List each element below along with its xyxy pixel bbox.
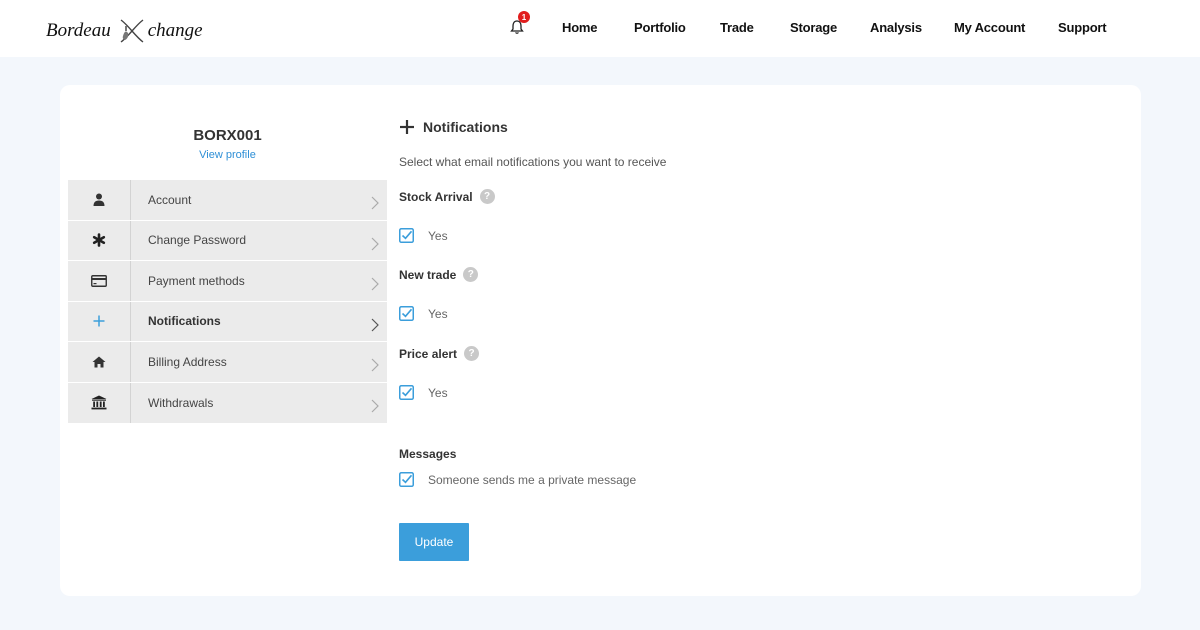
chevron-right-icon [371, 318, 379, 331]
checked-checkbox-icon[interactable] [399, 306, 414, 321]
section-subtitle: Select what email notifications you want… [399, 155, 667, 169]
checkbox-label: Yes [428, 306, 448, 321]
chevron-right-icon [371, 277, 379, 291]
sidebar-item-label: Notifications [148, 314, 221, 329]
checkbox-private-message[interactable]: Someone sends me a private message [399, 472, 636, 487]
group-label-stock-arrival: Stock Arrival ? [399, 189, 495, 204]
checkbox-new-trade[interactable]: Yes [399, 306, 448, 321]
checkbox-label: Yes [428, 228, 448, 243]
checkbox-stock-arrival[interactable]: Yes [399, 228, 448, 243]
nav-analysis[interactable]: Analysis [870, 20, 922, 35]
group-label-text: New trade [399, 267, 457, 282]
update-button[interactable]: Update [399, 523, 469, 561]
group-label-text: Stock Arrival [399, 189, 473, 204]
checkbox-label: Yes [428, 385, 448, 400]
view-profile-link[interactable]: View profile [68, 149, 387, 161]
notification-badge: 1 [518, 11, 530, 23]
checked-checkbox-icon[interactable] [399, 228, 414, 243]
help-icon[interactable]: ? [479, 189, 495, 204]
chevron-right-icon [371, 358, 379, 372]
help-icon[interactable]: ? [463, 267, 479, 282]
help-icon[interactable]: ? [464, 346, 480, 361]
checkbox-price-alert[interactable]: Yes [399, 385, 448, 400]
nav-trade[interactable]: Trade [720, 20, 754, 35]
user-icon [93, 193, 105, 207]
nav-support[interactable]: Support [1058, 20, 1107, 35]
sidebar-item-label: Payment methods [148, 273, 245, 288]
logo-x-icon [117, 16, 147, 46]
sidebar-item-account[interactable]: Account [68, 180, 387, 221]
checkbox-label: Someone sends me a private message [428, 472, 637, 487]
plus-icon [93, 315, 105, 327]
checked-checkbox-icon[interactable] [399, 385, 414, 400]
nav-portfolio[interactable]: Portfolio [634, 20, 686, 35]
sidebar-item-notifications[interactable]: Notifications [68, 301, 387, 342]
brand-logo[interactable]: Bordeau change [46, 16, 203, 46]
home-icon [92, 356, 106, 368]
section-title-text: Notifications [423, 119, 508, 135]
sidebar-item-label: Withdrawals [148, 395, 214, 410]
chevron-right-icon [371, 196, 379, 210]
nav-home[interactable]: Home [562, 20, 598, 35]
sidebar-menu: Account Change Password Payment methods [68, 180, 387, 423]
top-header: Bordeau change 1 Home Portfolio Trade St… [0, 0, 1200, 57]
bank-icon [91, 395, 107, 410]
logo-text-left: Bordeau [46, 20, 111, 41]
group-label-new-trade: New trade ? [399, 267, 479, 282]
checked-checkbox-icon[interactable] [399, 472, 414, 487]
sidebar-item-billing-address[interactable]: Billing Address [68, 342, 387, 383]
sidebar-item-payment-methods[interactable]: Payment methods [68, 261, 387, 302]
sidebar-item-label: Change Password [148, 233, 247, 248]
sidebar-item-withdrawals[interactable]: Withdrawals [68, 382, 387, 423]
sidebar-item-label: Billing Address [148, 354, 227, 369]
sidebar-item-label: Account [148, 192, 192, 207]
chevron-right-icon [371, 399, 379, 412]
group-label-messages: Messages [399, 447, 457, 461]
asterisk-icon [92, 233, 106, 248]
group-label-price-alert: Price alert ? [399, 346, 480, 361]
credit-card-icon [91, 274, 107, 287]
logo-text-right: change [147, 20, 203, 41]
plus-icon [400, 120, 414, 134]
nav-my-account[interactable]: My Account [954, 20, 1025, 35]
sidebar-item-change-password[interactable]: Change Password [68, 220, 387, 261]
chevron-right-icon [371, 237, 379, 250]
profile-id: BORX001 [193, 127, 262, 144]
section-title: Notifications [399, 119, 508, 135]
nav-storage[interactable]: Storage [790, 20, 837, 35]
group-label-text: Price alert [399, 346, 458, 361]
